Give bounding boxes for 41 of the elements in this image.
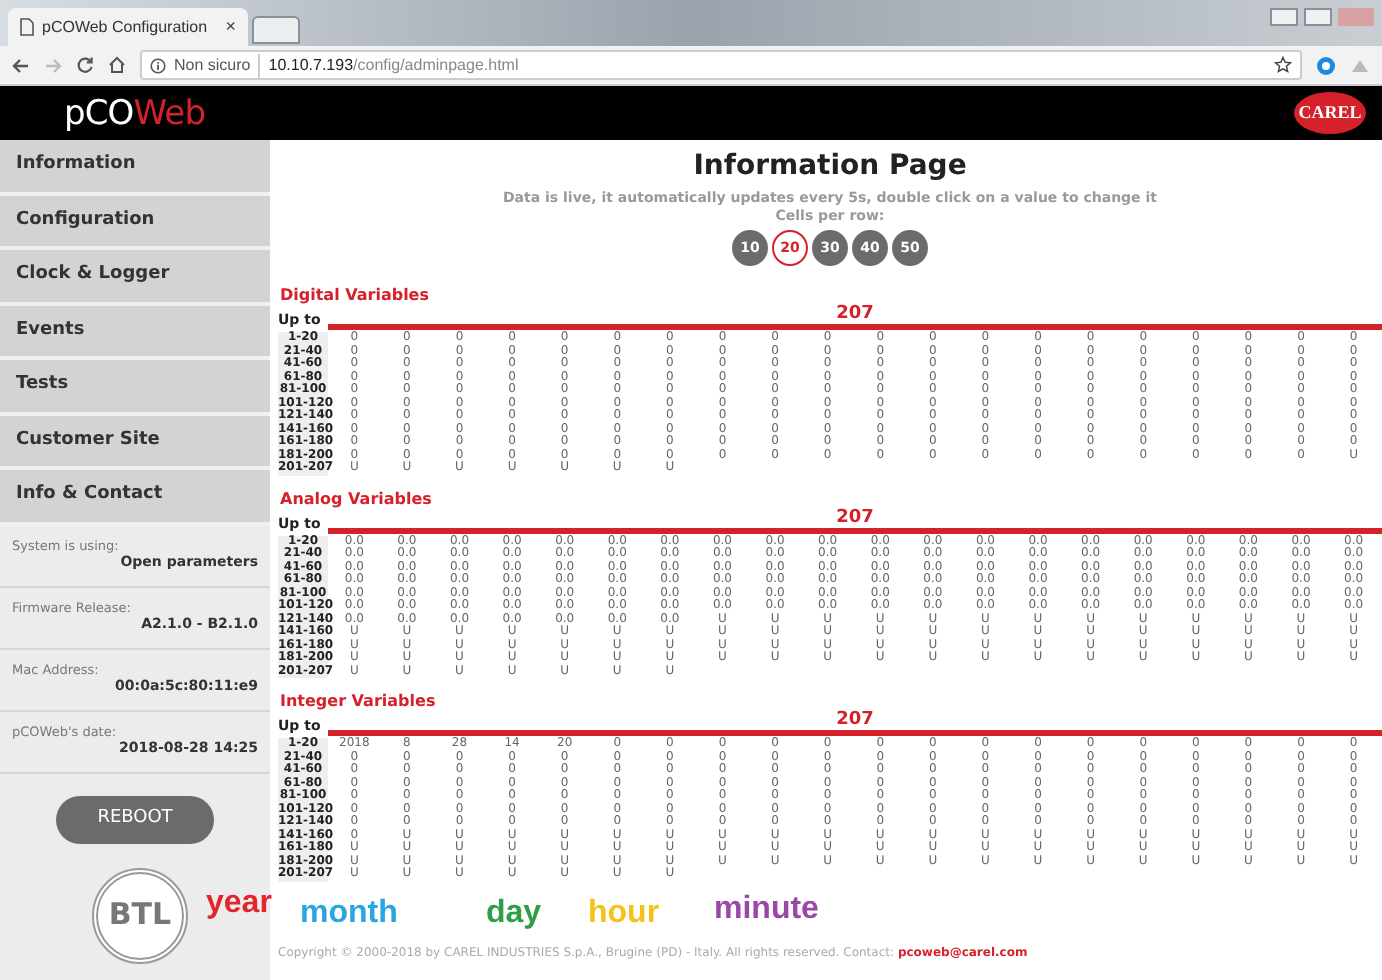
annotation-label: minute [714,894,819,926]
address-bar[interactable]: Non sicuro 10.10.7.193/config/adminpage.html [140,50,1302,80]
variable-count: 207 [836,306,874,324]
menu-item[interactable]: Tests [0,360,270,415]
tab-title: pCOWeb Configuration [42,15,210,39]
brand-logo: CAREL [1294,92,1366,134]
url-host: 10.10.7.193 [268,55,354,73]
section-title: Analog Variables [278,489,434,509]
menu-item[interactable]: Configuration [0,195,270,250]
reboot-button[interactable]: REBOOT [56,795,214,843]
menu-item[interactable]: Events [0,305,270,360]
variable-count: 207 [836,712,874,730]
security-label: Non sicuro [174,53,261,77]
page-title: Information Page [693,148,967,184]
section-title: Digital Variables [278,286,431,306]
annotation-label: day [486,898,542,930]
reload-icon[interactable] [76,56,94,74]
menu-item[interactable]: Info & Contact [0,470,270,525]
variable-count: 207 [836,509,874,527]
forward-icon[interactable] [44,57,62,73]
logo-text: Web [133,93,206,133]
btl-logo: BTL [92,867,188,963]
menu-item[interactable]: Information [0,140,270,195]
annotation-label: hour [588,898,660,930]
browser-tab[interactable]: pCOWeb Configuration × [8,8,248,46]
info-icon [150,57,166,73]
new-tab-button[interactable] [252,16,300,44]
annotation-label: month [300,898,398,930]
star-icon[interactable] [1274,56,1292,74]
url-path: /config/adminpage.html [353,55,519,73]
maximize-button[interactable] [1304,8,1332,26]
annotation-label: year [206,888,272,920]
section-title: Integer Variables [278,692,438,712]
home-icon[interactable] [108,56,126,74]
back-icon[interactable] [12,57,30,73]
logo-text: pCO [64,93,134,133]
menu-item[interactable]: Clock & Logger [0,250,270,305]
menu-item[interactable]: Customer Site [0,415,270,470]
page-icon [20,18,34,36]
close-tab-button[interactable]: × [225,13,236,41]
minimize-button[interactable] [1270,8,1298,26]
